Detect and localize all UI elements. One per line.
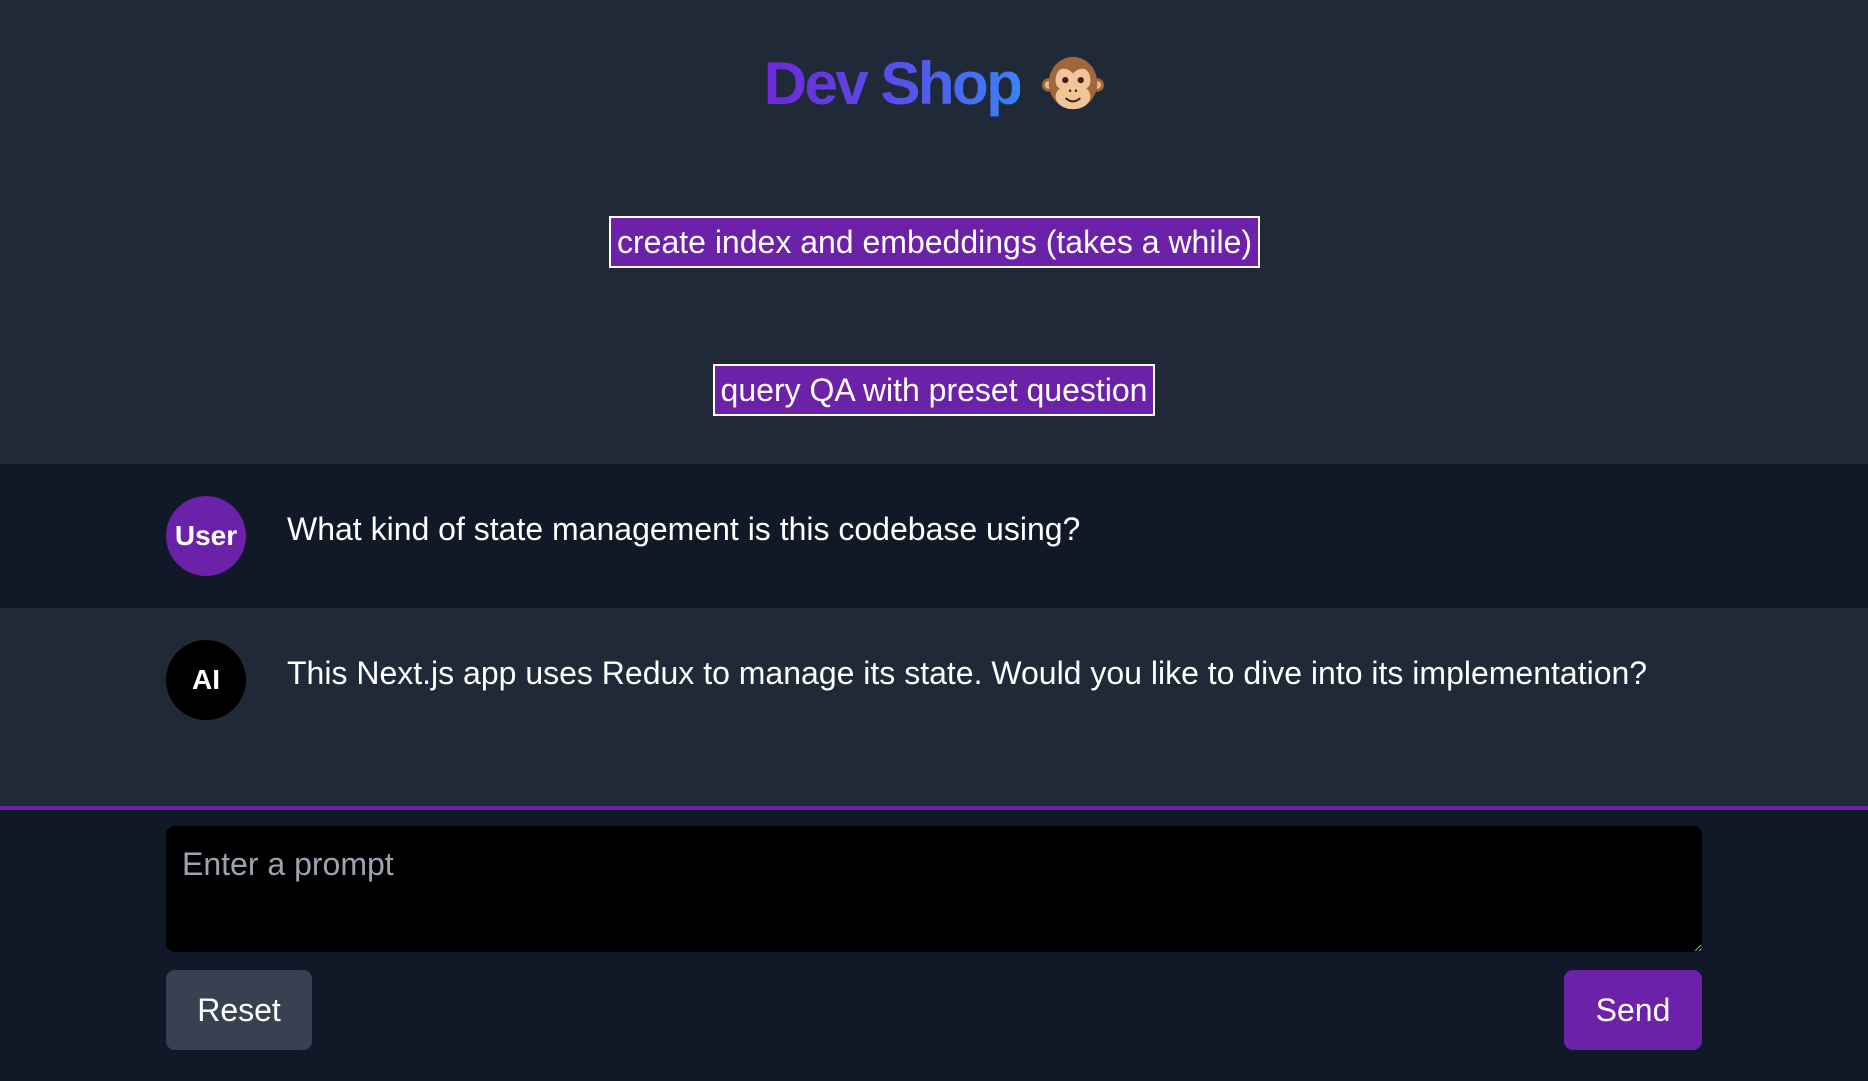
message-ai: AI This Next.js app uses Redux to manage…: [0, 608, 1868, 806]
reset-button[interactable]: Reset: [166, 970, 312, 1050]
user-avatar: User: [166, 496, 246, 576]
title-wrap: Dev Shop: [764, 49, 1105, 118]
message-user: User What kind of state management is th…: [0, 464, 1868, 608]
prompt-input[interactable]: [166, 826, 1702, 952]
app-root: Dev Shop create index and embeddings (ta…: [0, 0, 1868, 1081]
query-qa-button[interactable]: query QA with preset question: [713, 364, 1155, 416]
header: Dev Shop: [0, 0, 1868, 168]
user-message-text: What kind of state management is this co…: [287, 511, 1081, 547]
create-index-button[interactable]: create index and embeddings (takes a whi…: [609, 216, 1260, 268]
composer: Reset Send: [0, 806, 1868, 1081]
ai-message-text: This Next.js app uses Redux to manage it…: [287, 655, 1648, 691]
send-button[interactable]: Send: [1564, 970, 1702, 1050]
actions-area: create index and embeddings (takes a whi…: [0, 168, 1868, 464]
page-title: Dev Shop: [763, 49, 1023, 117]
ai-avatar: AI: [166, 640, 246, 720]
monkey-face-icon: [1042, 56, 1105, 110]
